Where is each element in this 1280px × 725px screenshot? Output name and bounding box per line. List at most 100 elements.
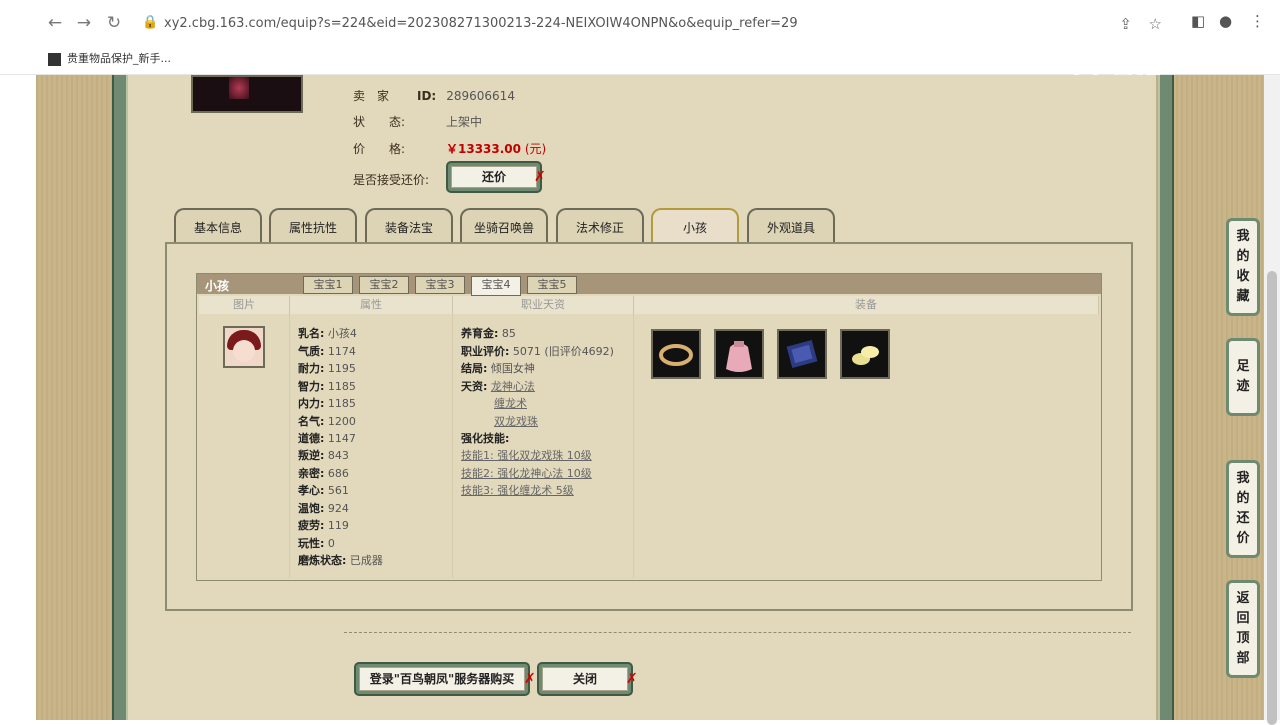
close-button[interactable]: 关闭 [537,662,633,696]
back-to-top-button[interactable]: 返回顶部 [1226,580,1260,678]
profile-icon[interactable]: ● [1219,12,1232,30]
talent-link[interactable]: 双龙戏珠 [494,415,538,428]
share-icon[interactable]: ⇪ [1119,15,1132,33]
reload-icon[interactable]: ↻ [103,12,125,34]
talent-row: 缠龙术 [494,395,527,411]
gem-icon [852,346,879,365]
pouch-icon [726,341,752,372]
talent-row: 双龙戏珠 [494,413,538,429]
book-icon [786,340,818,368]
scrollbar[interactable] [1264,75,1280,725]
attr-value: 843 [327,449,349,462]
attr-row: 耐力: 1195 [298,360,356,376]
counter-offer-button[interactable]: 还价 [446,161,542,193]
attr-value: 119 [327,519,349,532]
ending-row: 结局: 倾国女神 [461,360,535,376]
equipment-slot-pouch[interactable] [714,329,764,379]
subtab-baby-2[interactable]: 宝宝2 [359,276,409,294]
tab-basic-info[interactable]: 基本信息 [174,208,262,244]
column-divider [452,314,453,578]
column-header-attributes: 属性 [290,296,453,314]
fund-label: 养育金: [461,327,499,340]
column-header-image: 图片 [199,296,290,314]
skill-link[interactable]: 技能1: 强化双龙戏珠 10级 [461,449,592,462]
column-divider [633,314,634,578]
attr-label: 磨炼状态: [298,554,347,567]
address-bar[interactable]: 🔒 xy2.cbg.163.com/equip?s=224&eid=202308… [134,9,1184,39]
rating-label: 职业评价: [461,345,510,358]
skill-link[interactable]: 技能2: 强化龙神心法 10级 [461,467,592,480]
price-label: 价 格: [353,142,406,156]
ending-label: 结局: [461,362,488,375]
column-header-equipment: 装备 [634,296,1099,314]
close-button-label: 关闭 [542,667,628,691]
attr-label: 内力: [298,397,325,410]
talent-link[interactable]: 缠龙术 [494,397,527,410]
close-x-icon: ✗ [626,671,638,687]
equipment-slot-book[interactable] [777,329,827,379]
equipment-slot-ring[interactable] [651,329,701,379]
attr-label: 玩性: [298,537,325,550]
favorites-label: 我的收藏 [1236,229,1250,304]
sidepanel-icon[interactable]: ◧ [1191,12,1205,30]
equipment-slot-gem[interactable] [840,329,890,379]
tab-mounts-pets[interactable]: 坐骑召唤兽 [460,208,548,244]
attr-value: 已成器 [349,554,383,567]
main-content: 卖 家 ID: 289606614 状 态: 上架中 价 格: ￥13333.00 (元… [128,75,1156,720]
price-row: 价 格: ￥13333.00 (元) [353,140,546,157]
back-icon[interactable]: ← [44,12,66,34]
attr-row: 名气: 1200 [298,413,356,429]
tab-equipment[interactable]: 装备法宝 [365,208,453,244]
attr-value: 1185 [327,380,356,393]
counter-offer-button-label: 还价 [451,166,537,188]
subtab-baby-5[interactable]: 宝宝5 [527,276,577,294]
subtab-baby-1[interactable]: 宝宝1 [303,276,353,294]
subtab-baby-3[interactable]: 宝宝3 [415,276,465,294]
left-frame [112,75,128,720]
attr-value: 小孩4 [327,327,357,340]
url-text: xy2.cbg.163.com/equip?s=224&eid=20230827… [164,16,798,31]
history-label: 足迹 [1236,359,1250,394]
login-purchase-button[interactable]: 登录"百鸟朝凤"服务器购买 [354,662,530,696]
item-thumbnail [191,75,303,113]
tab-spell-correction[interactable]: 法术修正 [556,208,644,244]
attr-value: 686 [327,467,349,480]
star-icon[interactable]: ☆ [1149,15,1162,33]
counter-offer-label: 是否接受还价: [353,173,430,187]
ring-icon [659,344,693,366]
skill-link[interactable]: 技能3: 强化缠龙术 5级 [461,484,574,497]
seller-row: 卖 家 ID: 289606614 [353,87,515,104]
tab-attributes[interactable]: 属性抗性 [269,208,357,244]
attr-row: 气质: 1174 [298,343,356,359]
menu-icon[interactable]: ⋮ [1250,12,1265,30]
tab-appearance[interactable]: 外观道具 [747,208,835,244]
bookmark-label: 贵重物品保护_新手... [67,52,171,65]
talent-link[interactable]: 龙神心法 [491,380,535,393]
attr-value: 1200 [327,415,356,428]
talent-label: 天资: [461,380,488,393]
tab-child[interactable]: 小孩 [651,208,739,244]
fund-row: 养育金: 85 [461,325,516,341]
divider-line [344,632,1131,633]
fund-value: 85 [501,327,516,340]
history-button[interactable]: 足迹 [1226,338,1260,416]
attr-row: 乳名: 小孩4 [298,325,357,341]
rating-row: 职业评价: 5071 (旧评价4692) [461,343,614,359]
price-value: ￥13333.00 [446,142,522,156]
my-offers-button[interactable]: 我的还价 [1226,460,1260,558]
bookmark-item[interactable]: 贵重物品保护_新手... [48,50,171,66]
attr-row: 孝心: 561 [298,482,349,498]
subtab-baby-4[interactable]: 宝宝4 [471,276,521,296]
id-label: ID: [417,89,437,103]
skill-row: 技能1: 强化双龙戏珠 10级 [461,447,592,463]
favorites-button[interactable]: 我的收藏 [1226,218,1260,316]
my-offers-label: 我的还价 [1236,471,1250,546]
enhance-row: 强化技能: [461,430,509,446]
enhance-label: 强化技能: [461,432,510,445]
attr-value: 561 [327,484,349,497]
attr-row: 磨炼状态: 已成器 [298,552,383,568]
forward-icon[interactable]: → [73,12,95,34]
scrollbar-thumb[interactable] [1267,271,1277,725]
attr-row: 亲密: 686 [298,465,349,481]
attr-label: 疲劳: [298,519,325,532]
